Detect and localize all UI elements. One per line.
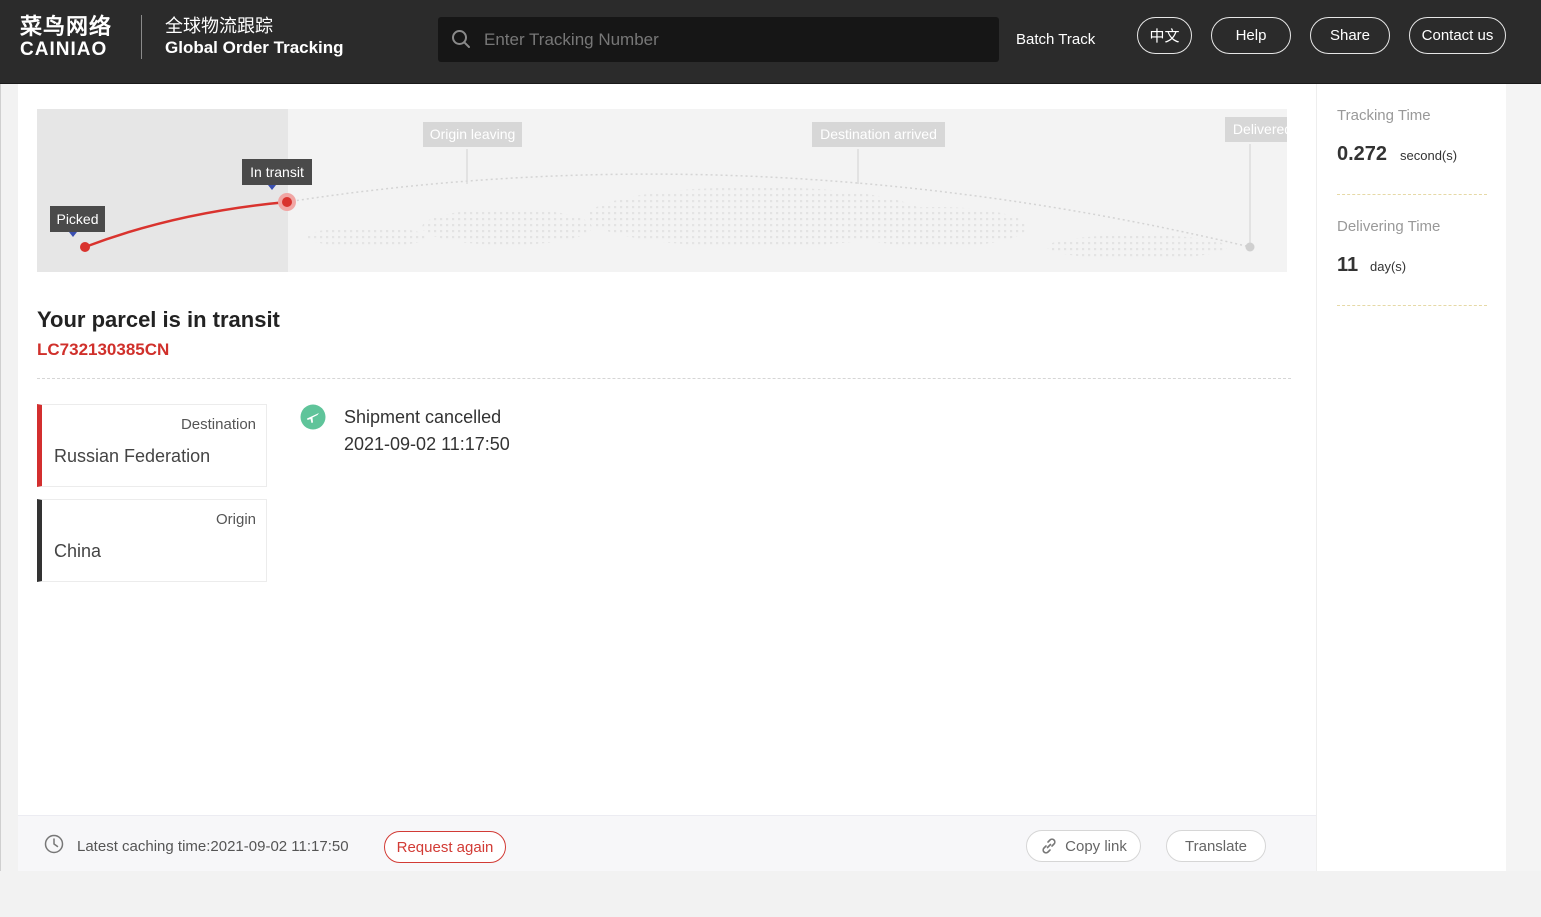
tracking-time-divider: [1337, 194, 1487, 195]
tracking-time-unit: second(s): [1400, 148, 1458, 163]
stage-label-delivered: Delivered: [1225, 117, 1287, 142]
stage-label-origin-leaving: Origin leaving: [423, 122, 522, 147]
contact-us-button[interactable]: Contact us: [1409, 17, 1506, 54]
event-time: 2021-09-02 11:17:50: [344, 434, 510, 454]
language-toggle-button[interactable]: 中文: [1137, 17, 1192, 54]
copy-link-label: Copy link: [1065, 837, 1127, 855]
search-icon[interactable]: [451, 29, 471, 49]
logo-chinese-text: 菜鸟网络: [20, 14, 113, 39]
tracking-stats-panel: Tracking Time 0.272 second(s) Delivering…: [1316, 84, 1506, 871]
origin-value: China: [54, 541, 102, 561]
result-footer-bar: Latest caching time:2021-09-02 11:17:50 …: [18, 815, 1316, 871]
bottom-margin: [0, 871, 1541, 917]
clock-icon: [44, 834, 64, 854]
link-icon: [1042, 838, 1056, 854]
tracking-number: LC732130385CN: [37, 340, 170, 359]
tracking-number-input[interactable]: [482, 17, 992, 62]
tracking-time-label: Tracking Time: [1337, 107, 1431, 124]
site-title: 全球物流跟踪 Global Order Tracking: [165, 15, 344, 59]
latest-caching-time: Latest caching time:2021-09-02 11:17:50: [77, 838, 349, 855]
current-point: [282, 197, 292, 207]
delivering-time-label: Delivering Time: [1337, 218, 1441, 235]
stage-label-in-transit-text: In transit: [250, 164, 304, 180]
origin-label: Origin: [215, 511, 256, 528]
share-button[interactable]: Share: [1310, 17, 1390, 54]
stage-label-delivered-text: Delivered: [1233, 121, 1287, 137]
logo-divider: [141, 15, 142, 59]
destination-label: Destination: [180, 416, 256, 433]
completed-progress-area: [37, 109, 288, 272]
picked-point: [80, 242, 90, 252]
stage-label-origin-leaving-text: Origin leaving: [430, 126, 516, 142]
translate-button[interactable]: Translate: [1166, 830, 1266, 862]
destination-value: Russian Federation: [54, 446, 211, 466]
world-map-silhouette: [307, 187, 1227, 259]
section-divider: [37, 378, 1291, 379]
top-navigation-bar: 菜鸟网络 CAINIAO 全球物流跟踪 Global Order Trackin…: [0, 0, 1541, 84]
tracking-search-box: [438, 17, 999, 62]
page-left-edge: [0, 84, 1, 917]
tracking-result-card: Picked In transit Origin leaving Destina…: [18, 84, 1316, 871]
copy-link-button[interactable]: Copy link: [1026, 830, 1141, 862]
site-title-chinese: 全球物流跟踪: [165, 16, 273, 36]
progress-map-graphic: Picked In transit Origin leaving Destina…: [37, 109, 1287, 272]
right-margin: [1506, 84, 1541, 871]
batch-track-link[interactable]: Batch Track: [1016, 31, 1095, 48]
parcel-status-heading: Your parcel is in transit: [37, 307, 280, 332]
help-button[interactable]: Help: [1211, 17, 1291, 54]
delivering-time-divider: [1337, 305, 1487, 306]
request-again-button[interactable]: Request again: [384, 831, 506, 863]
delivering-time-value: 11: [1337, 254, 1359, 276]
delivered-point: [1245, 242, 1255, 252]
tracking-time-value: 0.272: [1337, 143, 1388, 165]
event-description: Shipment cancelled: [344, 407, 502, 427]
destination-card: Destination Russian Federation: [37, 404, 267, 487]
origin-card: Origin China: [37, 499, 267, 582]
stage-label-destination-arrived-text: Destination arrived: [820, 126, 937, 142]
logo-english-text: CAINIAO: [20, 39, 108, 60]
site-title-english: Global Order Tracking: [165, 38, 344, 57]
progress-map: Picked In transit Origin leaving Destina…: [37, 109, 1287, 272]
stage-label-picked-text: Picked: [56, 211, 98, 227]
airplane-icon: [300, 404, 326, 430]
cainiao-logo[interactable]: 菜鸟网络 CAINIAO: [20, 14, 112, 60]
stage-label-destination-arrived: Destination arrived: [812, 122, 945, 147]
delivering-time-unit: day(s): [1370, 259, 1407, 274]
